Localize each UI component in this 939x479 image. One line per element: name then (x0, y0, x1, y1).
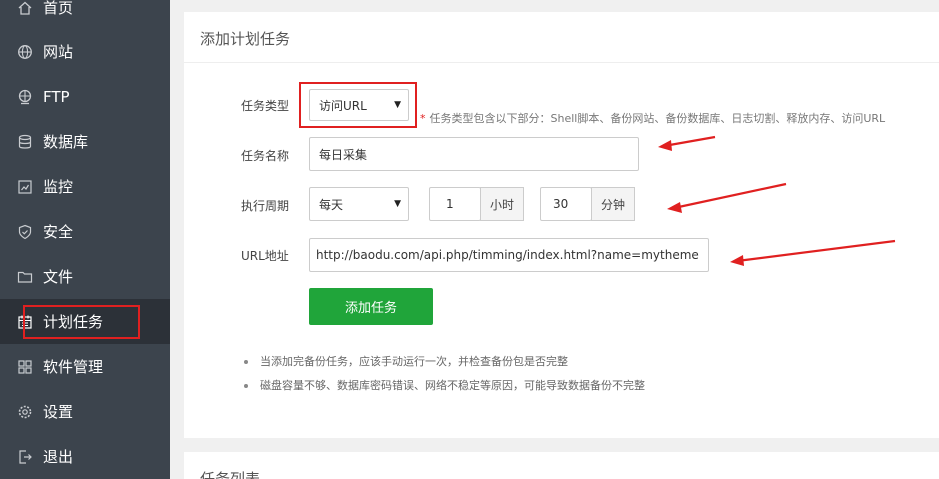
sidebar-item-website[interactable]: 网站 (0, 29, 170, 74)
url-input[interactable]: http://baodu.com/api.php/timming/index.h… (309, 238, 709, 272)
sidebar-item-label: 监控 (43, 178, 74, 196)
calendar-icon (17, 314, 33, 330)
caret-down-icon: ▼ (394, 199, 401, 209)
url-label: URL地址 (241, 249, 289, 263)
sidebar-item-monitor[interactable]: 监控 (0, 164, 170, 209)
sidebar-item-label: 软件管理 (43, 358, 104, 376)
ftp-globe-icon (17, 89, 33, 105)
hour-unit: 小时 (480, 187, 524, 221)
period-value: 每天 (319, 197, 344, 212)
sidebar-item-ftp[interactable]: FTP (0, 74, 170, 119)
period-label: 执行周期 (241, 199, 290, 213)
sidebar-item-software[interactable]: 软件管理 (0, 344, 170, 389)
sidebar-item-label: 设置 (43, 403, 74, 421)
required-star: * (420, 112, 426, 125)
caret-down-icon: ▼ (394, 100, 401, 110)
sidebar-item-home[interactable]: 首页 (0, 0, 170, 30)
panel-title: 添加计划任务 (200, 30, 291, 48)
sidebar-item-label: 网站 (43, 43, 74, 61)
sidebar-item-label: 计划任务 (43, 313, 104, 331)
sidebar-item-label: 退出 (43, 448, 74, 466)
folder-icon (17, 269, 33, 285)
sidebar-item-settings[interactable]: 设置 (0, 389, 170, 434)
sidebar-item-security[interactable]: 安全 (0, 209, 170, 254)
note-item: 当添加完备份任务，应该手动运行一次，并检查备份包是否完整 (244, 355, 645, 379)
logout-icon (17, 449, 33, 465)
task-type-select[interactable]: 访问URL ▼ (309, 89, 409, 121)
sidebar-item-label: 首页 (43, 0, 74, 17)
notes-list: 当添加完备份任务，应该手动运行一次，并检查备份包是否完整 磁盘容量不够、数据库密… (244, 355, 645, 403)
monitor-icon (17, 179, 33, 195)
home-icon (17, 0, 33, 16)
sidebar-item-label: 文件 (43, 268, 74, 286)
task-name-label: 任务名称 (241, 149, 290, 163)
minute-unit: 分钟 (591, 187, 635, 221)
task-type-label: 任务类型 (241, 99, 290, 113)
sidebar: 首页 网站 FTP 数据库 监控 安全 文件 计划任务 软件管理 设置 退出 (0, 0, 170, 479)
sidebar-item-logout[interactable]: 退出 (0, 434, 170, 479)
database-icon (17, 134, 33, 150)
sidebar-item-label: 安全 (43, 223, 74, 241)
add-task-panel: 添加计划任务 任务类型 访问URL ▼ * 任务类型包含以下部分：Shell脚本、… (184, 12, 939, 438)
sidebar-item-label: FTP (43, 87, 70, 106)
period-select[interactable]: 每天 ▼ (309, 187, 409, 221)
task-type-value: 访问URL (319, 98, 367, 113)
globe-icon (17, 44, 33, 60)
shield-icon (17, 224, 33, 240)
note-item: 磁盘容量不够、数据库密码错误、网络不稳定等原因，可能导致数据备份不完整 (244, 379, 645, 403)
sidebar-item-cron[interactable]: 计划任务 (0, 299, 170, 344)
task-type-hint-text: 任务类型包含以下部分：Shell脚本、备份网站、备份数据库、日志切割、释放内存、… (429, 112, 886, 125)
minute-input[interactable]: 30 (540, 187, 592, 221)
sidebar-item-database[interactable]: 数据库 (0, 119, 170, 164)
add-task-button[interactable]: 添加任务 (309, 288, 433, 325)
grid-icon (17, 359, 33, 375)
task-list-title: 任务列表 (200, 470, 261, 479)
sidebar-item-label: 数据库 (43, 133, 89, 151)
hour-input[interactable]: 1 (429, 187, 481, 221)
task-list-panel: 任务列表 (184, 452, 939, 479)
task-type-hint: * 任务类型包含以下部分：Shell脚本、备份网站、备份数据库、日志切割、释放内存… (420, 110, 885, 126)
sidebar-item-files[interactable]: 文件 (0, 254, 170, 299)
task-name-input[interactable]: 每日采集 (309, 137, 639, 171)
divider (184, 62, 939, 63)
gear-icon (17, 404, 33, 420)
